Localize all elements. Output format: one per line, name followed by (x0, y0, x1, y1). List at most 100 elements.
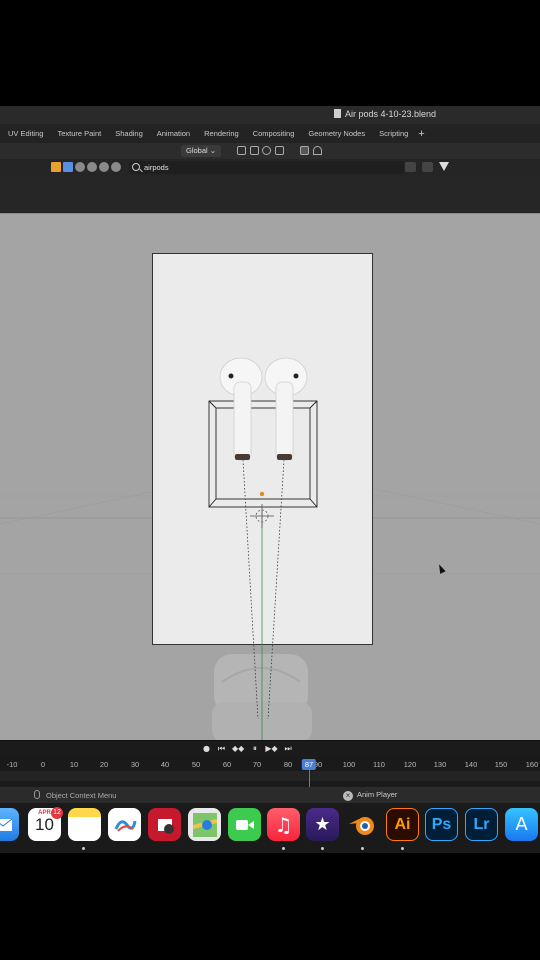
globe-icon[interactable] (75, 162, 85, 172)
timeline-tick: 40 (160, 760, 170, 769)
add-workspace-button[interactable]: + (418, 128, 424, 140)
timeline-tick: 100 (342, 760, 356, 769)
falloff-curve-icon[interactable] (313, 146, 322, 155)
dock: APR 10 12 ♫ ★ Ai Ps Lr A (0, 803, 540, 853)
playback-controls: ● ⏮ ◆◆ ⏸ ▶◆ ⏭ (202, 744, 293, 754)
anim-player-label: Anim Player (357, 790, 398, 799)
timeline-tick: 130 (433, 760, 447, 769)
chevron-down-icon[interactable] (250, 146, 259, 155)
current-frame-indicator[interactable]: 87 (301, 759, 317, 770)
imovie-icon[interactable]: ★ (306, 808, 339, 841)
status-bar: Object Context Menu × Anim Player (0, 787, 540, 803)
title-bar: Air pods 4-10-23.blend (0, 106, 540, 124)
proportional-edit-icon[interactable] (300, 146, 309, 155)
search-icon (132, 163, 140, 171)
music-icon[interactable]: ♫ (267, 808, 300, 841)
lightroom-label: Lr (473, 815, 490, 833)
airpod-left (219, 357, 263, 461)
workspace-tabs: UV Editing Texture Paint Shading Animati… (0, 124, 540, 143)
viewport-header: Global ⌄ (0, 143, 540, 159)
window-title-text: Air pods 4-10-23.blend (344, 109, 436, 119)
illustrator-label: Ai (394, 815, 411, 833)
status-hint: Object Context Menu (34, 790, 116, 800)
playhead-line[interactable] (309, 770, 310, 787)
timeline-tick: 30 (130, 760, 140, 769)
timeline-tick: 140 (464, 760, 478, 769)
jump-end-button[interactable]: ⏭ (284, 744, 293, 754)
blender-icon[interactable] (345, 808, 378, 841)
facetime-icon[interactable] (228, 808, 261, 841)
illustrator-icon[interactable]: Ai (386, 808, 419, 841)
freeform-icon[interactable] (108, 808, 141, 841)
timeline-tick: 150 (494, 760, 508, 769)
timeline-tick: 0 (40, 760, 46, 769)
calendar-day: 10 (35, 815, 54, 834)
anim-player-status[interactable]: × Anim Player (343, 790, 397, 801)
maps-icon[interactable] (188, 808, 221, 841)
scene-objects (208, 357, 318, 740)
select-box-icon[interactable] (63, 162, 73, 172)
transform-orientation-dropdown[interactable]: Global ⌄ (181, 145, 222, 157)
case-wireframe (208, 400, 318, 508)
notes-icon[interactable] (68, 808, 101, 841)
mail-icon[interactable] (0, 808, 19, 841)
display-mode-icon[interactable] (405, 162, 416, 172)
tab-geometry-nodes[interactable]: Geometry Nodes (304, 127, 369, 140)
render-icon[interactable] (111, 162, 121, 172)
hide-icon[interactable] (87, 162, 97, 172)
pivot-icon[interactable] (237, 146, 246, 155)
timeline[interactable]: -10 0 10 20 30 40 50 60 70 80 90 100 110… (0, 757, 540, 787)
timeline-tick: 120 (403, 760, 417, 769)
sort-icon[interactable] (422, 162, 433, 172)
filter-icon[interactable] (439, 162, 449, 171)
window-title: Air pods 4-10-23.blend (333, 109, 436, 119)
lightroom-icon[interactable]: Lr (465, 808, 498, 841)
timeline-tick: -10 (6, 760, 18, 769)
app-store-icon[interactable]: A (505, 808, 538, 841)
running-indicator (321, 847, 324, 850)
editor-spacer (0, 176, 540, 213)
snap-target-icon[interactable] (275, 146, 284, 155)
running-indicator (401, 847, 404, 850)
object-type-icon[interactable] (51, 162, 61, 172)
outliner-filters (405, 162, 449, 172)
airpod-right (264, 357, 308, 461)
close-icon[interactable]: × (343, 791, 353, 801)
tab-uv-editing[interactable]: UV Editing (4, 127, 47, 140)
tab-animation[interactable]: Animation (153, 127, 194, 140)
outliner-header (0, 159, 540, 176)
record-button[interactable]: ● (202, 744, 211, 754)
status-hint-text: Object Context Menu (46, 791, 117, 800)
viewport-icon[interactable] (99, 162, 109, 172)
notification-badge: 12 (51, 807, 63, 819)
timeline-tick: 80 (283, 760, 293, 769)
photo-booth-icon[interactable] (148, 808, 181, 841)
tab-texture-paint[interactable]: Texture Paint (53, 127, 105, 140)
search-input[interactable] (144, 161, 394, 174)
timeline-tick: 10 (69, 760, 79, 769)
tab-scripting[interactable]: Scripting (375, 127, 412, 140)
file-icon (333, 109, 341, 118)
tab-compositing[interactable]: Compositing (249, 127, 299, 140)
jump-start-button[interactable]: ⏮ (217, 744, 226, 754)
timeline-tick: 160 (525, 760, 539, 769)
next-keyframe-button[interactable]: ▶◆ (265, 744, 277, 754)
timeline-track[interactable] (0, 771, 540, 781)
snap-icon[interactable] (262, 146, 271, 155)
playback-bar: ● ⏮ ◆◆ ⏸ ▶◆ ⏭ (0, 740, 540, 757)
3d-viewport[interactable] (0, 214, 540, 740)
pause-button[interactable]: ⏸ (250, 744, 259, 754)
object-origin (259, 491, 265, 497)
running-indicator (282, 847, 285, 850)
photoshop-label: Ps (431, 815, 452, 833)
photoshop-icon[interactable]: Ps (425, 808, 458, 841)
running-indicator (361, 847, 364, 850)
timeline-tick: 50 (191, 760, 201, 769)
tab-rendering[interactable]: Rendering (200, 127, 243, 140)
prev-keyframe-button[interactable]: ◆◆ (232, 744, 244, 754)
timeline-tick: 60 (222, 760, 232, 769)
timeline-tick: 20 (99, 760, 109, 769)
mouse-icon (34, 790, 40, 799)
3d-cursor (250, 504, 274, 528)
tab-shading[interactable]: Shading (111, 127, 147, 140)
